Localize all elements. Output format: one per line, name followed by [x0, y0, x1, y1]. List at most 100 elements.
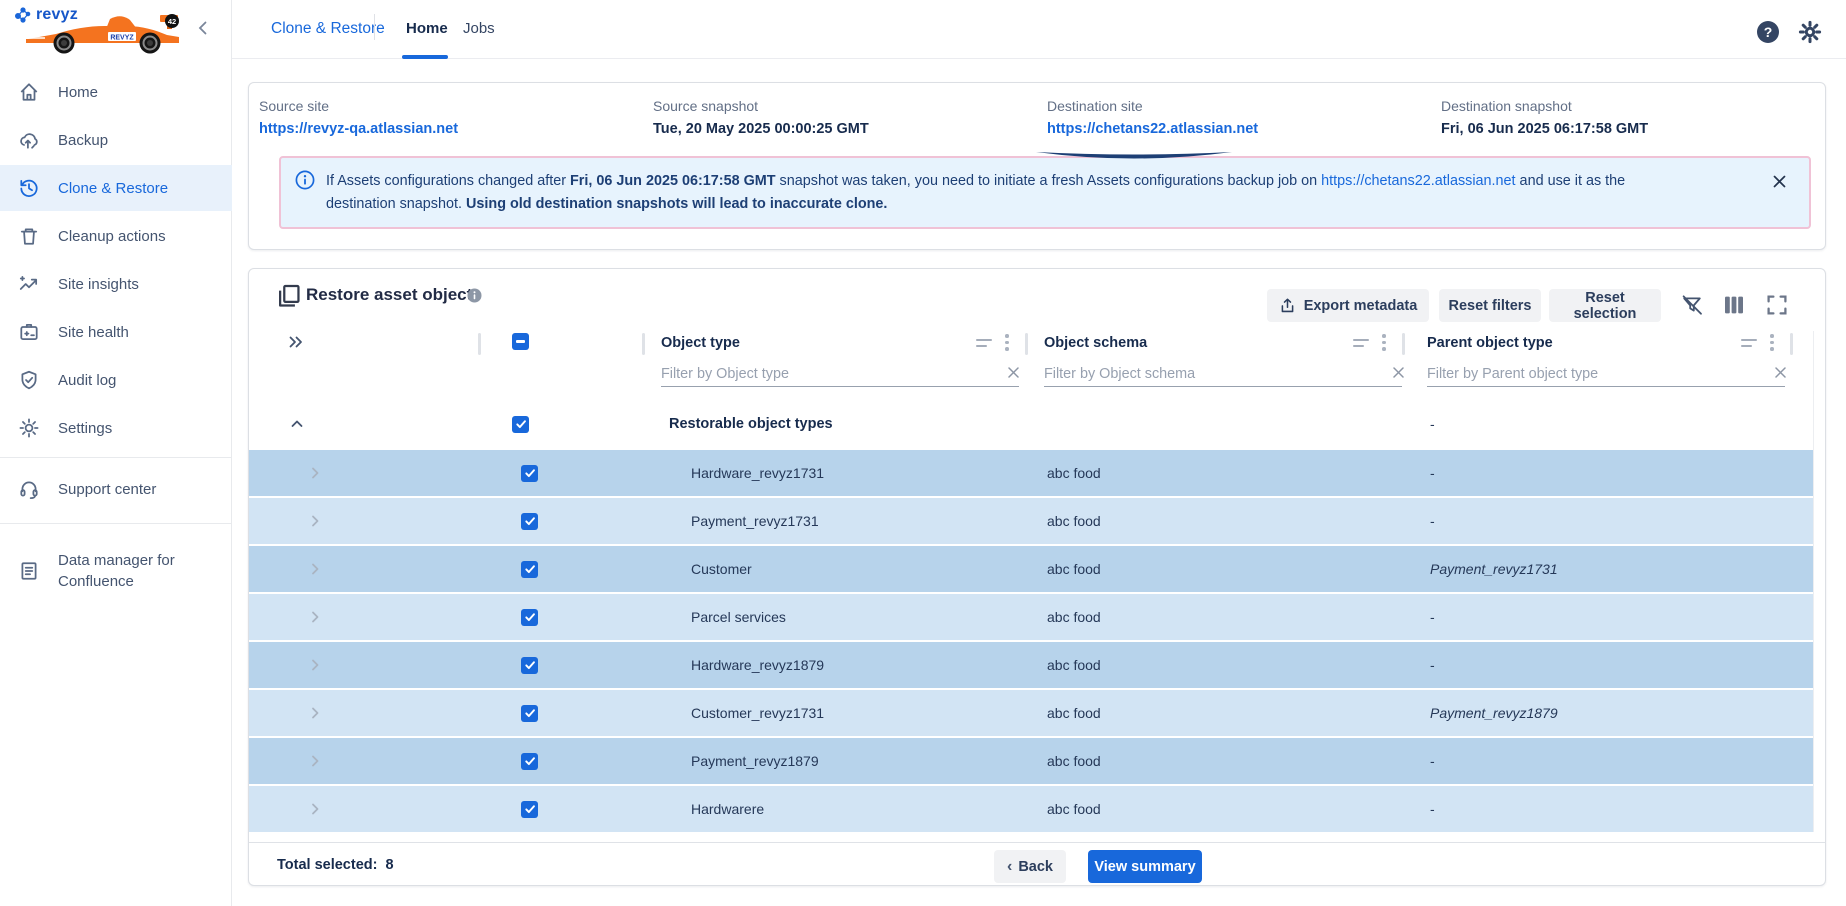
- close-icon[interactable]: [1772, 174, 1787, 189]
- column-divider: [1025, 333, 1028, 355]
- table-row[interactable]: Customer abc food Payment_revyz1731: [249, 546, 1813, 592]
- source-snapshot-value: Tue, 20 May 2025 00:00:25 GMT: [653, 121, 869, 137]
- settings-gear-icon[interactable]: [1797, 19, 1823, 45]
- expand-chevron-icon[interactable]: [307, 642, 323, 688]
- source-site-link[interactable]: https://revyz-qa.atlassian.net: [259, 121, 458, 137]
- destination-site-block: Destination site https://chetans22.atlas…: [1047, 98, 1258, 137]
- table-row[interactable]: Hardware_revyz1731 abc food -: [249, 450, 1813, 496]
- expand-chevron-icon[interactable]: [307, 690, 323, 736]
- object-type-cell: Payment_revyz1879: [691, 738, 819, 784]
- home-icon: [18, 81, 40, 103]
- total-selected-value: 8: [386, 857, 394, 873]
- sidebar-item-clone-restore[interactable]: Clone & Restore: [0, 165, 232, 211]
- row-checkbox[interactable]: [521, 738, 538, 784]
- row-checkbox[interactable]: [521, 690, 538, 736]
- expand-chevron-icon[interactable]: [307, 786, 323, 832]
- row-checkbox[interactable]: [521, 546, 538, 592]
- object-type-cell: Payment_revyz1731: [691, 498, 819, 544]
- table-row[interactable]: Payment_revyz1879 abc food -: [249, 738, 1813, 784]
- sidebar-collapse-icon[interactable]: [196, 20, 210, 36]
- parent-object-type-cell: -: [1430, 642, 1435, 688]
- table-row[interactable]: Customer_revyz1731 abc food Payment_revy…: [249, 690, 1813, 736]
- clear-filter-icon[interactable]: [1774, 366, 1787, 379]
- table-row[interactable]: Hardwarere abc food -: [249, 786, 1813, 832]
- row-checkbox[interactable]: [521, 642, 538, 688]
- back-label: Back: [1018, 859, 1053, 875]
- sidebar-item-home[interactable]: Home: [0, 69, 232, 115]
- row-checkbox[interactable]: [521, 594, 538, 640]
- alert-text-part: If Assets configurations changed after: [326, 173, 570, 189]
- sidebar-item-audit-log[interactable]: Audit log: [0, 357, 232, 403]
- sidebar-item-site-health[interactable]: Site health: [0, 309, 232, 355]
- reset-filters-button[interactable]: Reset filters: [1439, 289, 1541, 322]
- sidebar-item-settings[interactable]: Settings: [0, 405, 232, 451]
- filter-off-icon[interactable]: [1680, 293, 1706, 319]
- collapse-chevron-icon[interactable]: [289, 400, 305, 448]
- topbar: Clone & Restore Home Jobs ?: [232, 0, 1846, 59]
- object-schema-filter-input[interactable]: [1044, 361, 1402, 387]
- column-header-parent-object-type[interactable]: Parent object type: [1427, 335, 1553, 351]
- object-schema-cell: abc food: [1047, 786, 1101, 832]
- breadcrumb[interactable]: Clone & Restore: [271, 20, 385, 38]
- expand-chevron-icon[interactable]: [307, 498, 323, 544]
- help-icon[interactable]: ?: [1755, 19, 1781, 45]
- tab-home[interactable]: Home: [406, 20, 448, 37]
- view-summary-button[interactable]: View summary: [1088, 850, 1202, 883]
- trend-sparkle-icon: [18, 273, 40, 295]
- column-header-object-schema[interactable]: Object schema: [1044, 335, 1147, 351]
- parent-object-type-cell: Payment_revyz1731: [1430, 546, 1558, 592]
- expand-chevron-icon[interactable]: [307, 546, 323, 592]
- grid-filter-row: [249, 357, 1813, 393]
- table-info-icon[interactable]: [467, 288, 482, 303]
- group-checkbox[interactable]: [512, 400, 529, 448]
- filter-lines-icon[interactable]: [1353, 339, 1369, 351]
- fullscreen-icon[interactable]: [1765, 293, 1791, 319]
- object-type-filter-input[interactable]: [661, 361, 1019, 387]
- expand-chevron-icon[interactable]: [307, 594, 323, 640]
- clear-filter-icon[interactable]: [1007, 366, 1020, 379]
- tab-jobs[interactable]: Jobs: [463, 20, 495, 37]
- expand-chevron-icon[interactable]: [307, 450, 323, 496]
- table-row[interactable]: Payment_revyz1731 abc food -: [249, 498, 1813, 544]
- filter-lines-icon[interactable]: [976, 339, 992, 351]
- export-metadata-button[interactable]: Export metadata: [1267, 289, 1429, 322]
- column-menu-icon[interactable]: [1382, 334, 1386, 354]
- parent-object-type-cell: -: [1430, 450, 1435, 496]
- select-all-checkbox[interactable]: [512, 333, 529, 350]
- sidebar-item-label: Site health: [58, 324, 129, 341]
- sidebar-item-cleanup-actions[interactable]: Cleanup actions: [0, 213, 232, 259]
- alert-destination-link[interactable]: https://chetans22.atlassian.net: [1321, 173, 1515, 189]
- group-label: Restorable object types: [669, 400, 833, 448]
- column-menu-icon[interactable]: [1005, 334, 1009, 354]
- clear-filter-icon[interactable]: [1392, 366, 1405, 379]
- column-header-object-type[interactable]: Object type: [661, 335, 740, 351]
- source-site-block: Source site https://revyz-qa.atlassian.n…: [259, 98, 458, 137]
- column-menu-icon[interactable]: [1770, 334, 1774, 354]
- column-divider: [1402, 333, 1405, 355]
- filter-lines-icon[interactable]: [1741, 339, 1757, 351]
- object-type-cell: Hardwarere: [691, 786, 764, 832]
- group-row-restorable-object-types[interactable]: Restorable object types -: [249, 400, 1813, 448]
- parent-object-type-filter-input[interactable]: [1427, 361, 1785, 387]
- back-button[interactable]: ‹ Back: [994, 850, 1066, 883]
- destination-site-link[interactable]: https://chetans22.atlassian.net: [1047, 121, 1258, 137]
- reset-selection-button[interactable]: Reset selection: [1549, 289, 1661, 322]
- sidebar-item-data-manager-confluence[interactable]: Data manager for Confluence: [0, 540, 232, 602]
- sidebar-item-backup[interactable]: Backup: [0, 117, 232, 163]
- row-checkbox[interactable]: [521, 786, 538, 832]
- table-row[interactable]: Parcel services abc food -: [249, 594, 1813, 640]
- object-schema-cell: abc food: [1047, 642, 1101, 688]
- restore-objects-card: Restore asset objects Export metadata Re…: [248, 268, 1826, 886]
- copy-pages-icon: [276, 283, 302, 309]
- sidebar: revyz REVYZ 42 Home Backup: [0, 0, 232, 906]
- row-checkbox[interactable]: [521, 498, 538, 544]
- expand-all-icon[interactable]: [287, 333, 305, 351]
- table-row[interactable]: Hardware_revyz1879 abc food -: [249, 642, 1813, 688]
- columns-icon[interactable]: [1722, 293, 1748, 319]
- sidebar-item-site-insights[interactable]: Site insights: [0, 261, 232, 307]
- parent-object-type-cell: -: [1430, 738, 1435, 784]
- source-snapshot-label: Source snapshot: [653, 98, 869, 114]
- sidebar-item-support-center[interactable]: Support center: [0, 466, 232, 512]
- expand-chevron-icon[interactable]: [307, 738, 323, 784]
- row-checkbox[interactable]: [521, 450, 538, 496]
